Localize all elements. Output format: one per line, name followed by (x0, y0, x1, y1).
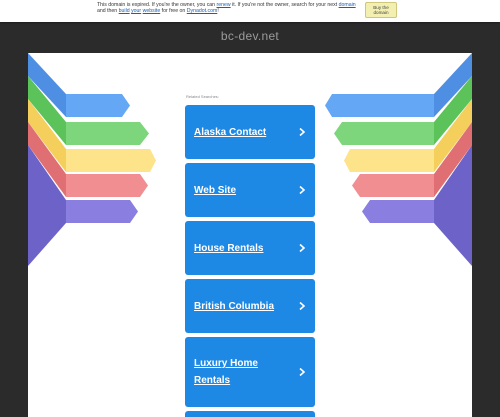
ribbon-right-purple (362, 200, 434, 223)
ribbon-right-blue (325, 94, 434, 117)
related-links-list: Alaska Contact Web Site House Rentals Br… (185, 105, 315, 417)
link-luxury-home-rentals[interactable]: Luxury Home Rentals (185, 337, 315, 407)
ribbon-right-red (352, 174, 434, 197)
link-label: British Columbia (194, 300, 275, 312)
notice-text-before: This domain is expired. If you're the ow… (97, 2, 217, 8)
content-panel: Related Searches: Alaska Contact Web Sit… (28, 53, 472, 417)
dynadot-link[interactable]: Dynadot.com (187, 8, 218, 14)
chevron-right-icon (299, 185, 306, 195)
ribbon-right-green (334, 122, 434, 145)
link-alaska-contact[interactable]: Alaska Contact (185, 105, 315, 159)
domain-search-link[interactable]: domain (339, 2, 356, 8)
renew-link[interactable]: renew (217, 2, 231, 8)
notice-text-and-then: and then (97, 8, 119, 15)
link-label: Luxury Home Rentals (194, 358, 258, 386)
ribbon-right-yellow (344, 149, 434, 172)
ribbon-left-purple (66, 200, 138, 223)
link-label: Alaska Contact (194, 126, 267, 138)
related-searches-label: Related Searches: (186, 94, 219, 99)
link-partial-next[interactable] (185, 411, 315, 417)
link-house-rentals[interactable]: House Rentals (185, 221, 315, 275)
website-link[interactable]: website (143, 8, 161, 14)
ribbon-left-red (66, 174, 148, 197)
link-label: House Rentals (194, 242, 264, 254)
expired-domain-message: This domain is expired. If you're the ow… (97, 2, 359, 14)
chevron-right-icon (299, 367, 306, 377)
notice-text-middle: it. If you're not the owner, search for … (230, 2, 339, 8)
chevron-right-icon (299, 301, 306, 311)
notice-text-end: ! (217, 8, 219, 15)
link-web-site[interactable]: Web Site (185, 163, 315, 217)
buy-domain-button[interactable]: Buy the domain (365, 2, 397, 18)
your-link[interactable]: your (131, 8, 141, 14)
chevron-right-icon (299, 243, 306, 253)
notice-text-free: for free on (160, 8, 187, 15)
ribbon-left-blue (66, 94, 130, 117)
ribbon-left-yellow (66, 149, 156, 172)
site-title: bc-dev.net (220, 29, 280, 43)
ribbon-left-green (66, 122, 149, 145)
link-label: Web Site (194, 184, 237, 196)
chevron-right-icon (299, 127, 306, 137)
expired-domain-notice-bar: This domain is expired. If you're the ow… (0, 0, 500, 22)
link-british-columbia[interactable]: British Columbia (185, 279, 315, 333)
build-link[interactable]: build (119, 8, 130, 14)
